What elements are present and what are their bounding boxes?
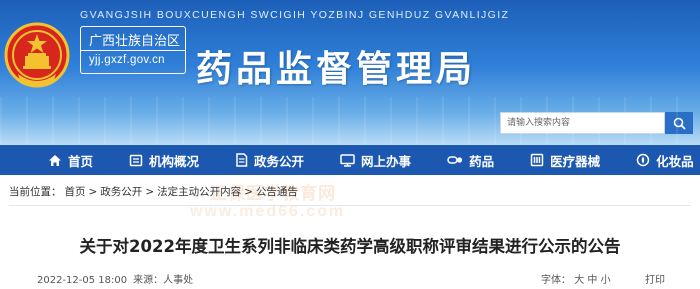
breadcrumb-link-home[interactable]: 首页 [65, 186, 86, 198]
search-icon [673, 117, 686, 130]
breadcrumb-link-public-affairs[interactable]: 政务公开 [100, 186, 142, 198]
cosmetics-icon [636, 153, 650, 167]
font-size-large-button[interactable]: 大 [574, 275, 584, 286]
main-nav: 首页 机构概况 政务公开 网上办事 药品 医疗器械 化妆品 [0, 145, 700, 175]
article-title: 关于对2022年度卫生系列非临床类药学高级职称评审结果进行公示的公告 [79, 237, 621, 256]
region-badge: 广西壮族自治区 yjj.gxzf.gov.cn [80, 26, 186, 74]
breadcrumb-separator: > [244, 186, 253, 198]
breadcrumb-divider [9, 205, 691, 206]
region-pinyin-name: GVANGJSIH BOUXCUENGH SWCIGIH YOZBINJ GEN… [80, 9, 510, 21]
breadcrumb-separator: > [145, 186, 155, 198]
nav-item-drugs[interactable]: 药品 [439, 145, 502, 175]
site-title: 药品监督管理局 [196, 49, 477, 90]
article-content-area: 正保医学教育网 www.med66.com 当前位置： 首页 > 政务公开 > 法定主动公… [0, 175, 700, 289]
print-button[interactable]: 打印 [645, 271, 665, 286]
font-size-medium-button[interactable]: 中 [587, 275, 597, 286]
site-url: yjj.gxzf.gov.cn [89, 54, 165, 66]
source-label: 来源： [133, 275, 164, 286]
pill-icon [447, 156, 463, 164]
region-badge-divider [81, 50, 185, 51]
breadcrumb-prefix: 当前位置： [9, 186, 62, 198]
nav-item-label: 网上办事 [361, 153, 412, 169]
nav-item-medical-devices[interactable]: 医疗器械 [522, 145, 608, 175]
nav-item-cosmetics[interactable]: 化妆品 [628, 145, 700, 175]
source-value: 人事处 [163, 275, 194, 286]
search-button[interactable] [665, 112, 693, 134]
nav-item-online-services[interactable]: 网上办事 [332, 145, 419, 175]
font-size-label: 字体： [541, 275, 571, 286]
nav-item-label: 化妆品 [656, 153, 694, 169]
home-icon [49, 154, 61, 166]
nav-item-label: 政务公开 [254, 153, 305, 169]
equipment-icon [530, 153, 544, 167]
region-name: 广西壮族自治区 [89, 34, 181, 49]
search-input[interactable]: 请输入搜索内容 [500, 112, 665, 134]
document-icon [236, 153, 248, 167]
nav-item-public-affairs[interactable]: 政务公开 [227, 145, 312, 175]
nav-item-label: 医疗器械 [550, 153, 601, 169]
nav-item-home[interactable]: 首页 [40, 145, 101, 175]
monitor-icon [340, 153, 355, 167]
nav-item-label: 机构概况 [149, 153, 200, 169]
nav-item-label: 首页 [68, 153, 94, 169]
nav-item-organization[interactable]: 机构概况 [121, 145, 207, 175]
building-icon [129, 154, 143, 166]
breadcrumb-link-statutory-content[interactable]: 法定主动公开内容 [157, 186, 241, 198]
article-meta: 2022-12-05 18:00 来源：人事处 [37, 271, 199, 286]
publish-date: 2022-12-05 18:00 [37, 275, 128, 286]
header-banner: GVANGJSIH BOUXCUENGH SWCIGIH YOZBINJ GEN… [0, 0, 700, 145]
font-size-small-button[interactable]: 小 [601, 275, 611, 286]
breadcrumb-separator: > [88, 186, 98, 198]
national-emblem-icon [4, 22, 70, 88]
font-size-switcher: 字体： 大 中 小 [541, 271, 611, 286]
breadcrumb: 当前位置： 首页 > 政务公开 > 法定主动公开内容 > 公告通告 [9, 184, 301, 199]
breadcrumb-link-announcements[interactable]: 公告通告 [256, 186, 298, 198]
nav-item-label: 药品 [469, 153, 495, 169]
